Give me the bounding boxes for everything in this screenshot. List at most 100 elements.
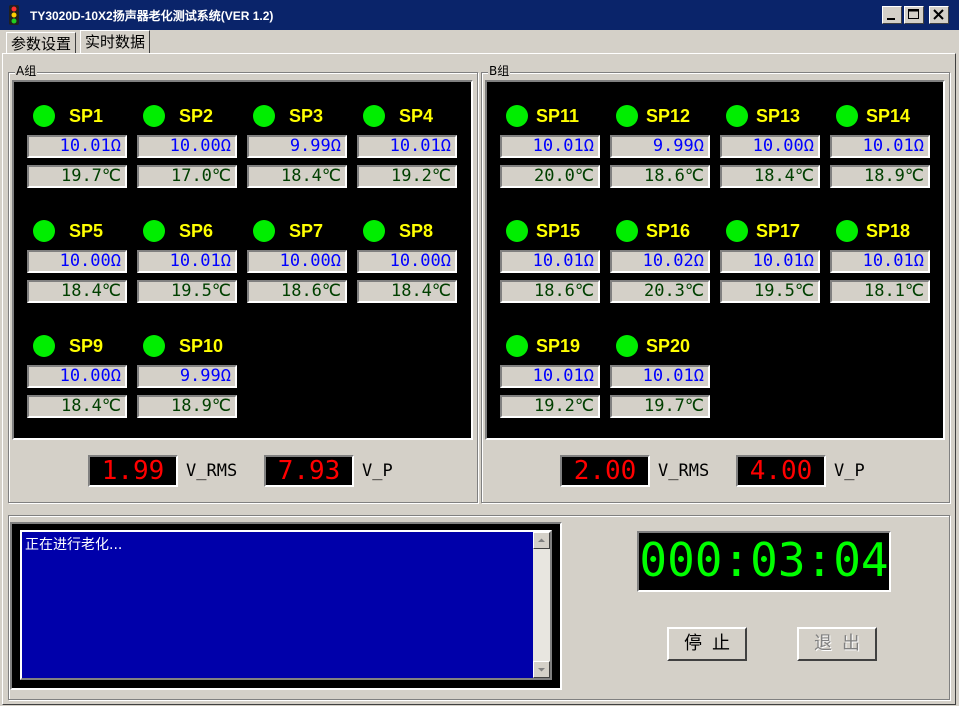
temperature-value: 19.5℃	[720, 280, 820, 303]
status-led	[616, 220, 638, 242]
resistance-value: 10.01Ω	[610, 365, 710, 388]
speaker-sp11: SP11 10.01Ω 20.0℃	[500, 103, 611, 193]
speaker-label: SP1	[69, 106, 104, 126]
speaker-sp6: SP6 10.01Ω 19.5℃	[137, 218, 248, 308]
status-led	[506, 335, 528, 357]
speaker-label: SP7	[289, 221, 324, 241]
temperature-value: 18.6℃	[500, 280, 600, 303]
status-led	[253, 105, 275, 127]
resistance-value: 10.01Ω	[500, 250, 600, 273]
speaker-label: SP10	[179, 336, 224, 356]
speaker-label: SP19	[536, 336, 581, 356]
temperature-value: 18.4℃	[357, 280, 457, 303]
speaker-sp4: SP4 10.01Ω 19.2℃	[357, 103, 468, 193]
speaker-sp9: SP9 10.00Ω 18.4℃	[27, 333, 138, 423]
close-icon	[933, 9, 944, 20]
window-title: TY3020D-10X2扬声器老化测试系统(VER 1.2)	[30, 9, 274, 23]
title-bar[interactable]: TY3020D-10X2扬声器老化测试系统(VER 1.2)	[0, 0, 959, 30]
speaker-label: SP12	[646, 106, 691, 126]
group-a-speaker-panel: SP1 10.01Ω 19.7℃ SP2 10.00Ω 17.0℃ SP3 9.…	[12, 80, 473, 440]
temperature-value: 18.1℃	[830, 280, 930, 303]
exit-button[interactable]: 退出	[797, 627, 877, 661]
minimize-button[interactable]	[882, 6, 902, 24]
maximize-icon	[908, 9, 919, 19]
speaker-sp8: SP8 10.00Ω 18.4℃	[357, 218, 468, 308]
speaker-label: SP18	[866, 221, 911, 241]
temperature-value: 18.4℃	[27, 280, 127, 303]
temperature-value: 19.7℃	[27, 165, 127, 188]
speaker-sp15: SP15 10.01Ω 18.6℃	[500, 218, 611, 308]
temperature-value: 18.6℃	[610, 165, 710, 188]
speaker-label: SP11	[536, 106, 580, 126]
temperature-value: 18.4℃	[720, 165, 820, 188]
minimize-icon	[887, 18, 895, 20]
temperature-value: 19.2℃	[500, 395, 600, 418]
temperature-value: 19.5℃	[137, 280, 237, 303]
speaker-label: SP14	[866, 106, 911, 126]
resistance-value: 10.01Ω	[500, 365, 600, 388]
speaker-label: SP9	[69, 336, 104, 356]
speaker-label: SP15	[536, 221, 581, 241]
temperature-value: 18.6℃	[247, 280, 347, 303]
resistance-value: 10.01Ω	[830, 250, 930, 273]
speaker-sp2: SP2 10.00Ω 17.0℃	[137, 103, 248, 193]
resistance-value: 10.00Ω	[137, 135, 237, 158]
speaker-sp20: SP20 10.01Ω 19.7℃	[610, 333, 721, 423]
temperature-value: 18.4℃	[27, 395, 127, 418]
status-led	[836, 105, 858, 127]
scroll-down-button[interactable]	[533, 661, 550, 678]
group-b-vp-display: 4.00	[736, 455, 826, 487]
group-a-vrms-display: 1.99	[88, 455, 178, 487]
speaker-label: SP4	[399, 106, 434, 126]
resistance-value: 10.01Ω	[27, 135, 127, 158]
resistance-value: 10.01Ω	[720, 250, 820, 273]
temperature-value: 18.9℃	[137, 395, 237, 418]
status-led	[616, 335, 638, 357]
stop-button[interactable]: 停止	[667, 627, 747, 661]
status-led	[506, 220, 528, 242]
speaker-sp17: SP17 10.01Ω 19.5℃	[720, 218, 831, 308]
temperature-value: 20.0℃	[500, 165, 600, 188]
log-frame: 正在进行老化...	[10, 522, 562, 690]
status-led	[726, 220, 748, 242]
speaker-label: SP20	[646, 336, 691, 356]
speaker-sp14: SP14 10.01Ω 18.9℃	[830, 103, 941, 193]
tab-strip: 参数设置 实时数据	[0, 30, 959, 54]
temperature-value: 17.0℃	[137, 165, 237, 188]
speaker-label: SP6	[179, 221, 214, 241]
group-b-vp-label: V_P	[834, 461, 865, 481]
group-b-speaker-panel: SP11 10.01Ω 20.0℃ SP12 9.99Ω 18.6℃ SP13 …	[485, 80, 945, 440]
speaker-label: SP2	[179, 106, 214, 126]
speaker-label: SP17	[756, 221, 801, 241]
speaker-sp7: SP7 10.00Ω 18.6℃	[247, 218, 358, 308]
speaker-sp16: SP16 10.02Ω 20.3℃	[610, 218, 721, 308]
status-led	[143, 105, 165, 127]
resistance-value: 9.99Ω	[247, 135, 347, 158]
traffic-light-icon	[9, 5, 19, 25]
group-b-vrms-label: V_RMS	[658, 461, 710, 481]
tab-parameter-settings[interactable]: 参数设置	[6, 32, 77, 54]
status-led	[33, 220, 55, 242]
elapsed-timer: 000:03:04	[637, 531, 891, 592]
log-textarea[interactable]: 正在进行老化...	[20, 530, 552, 680]
speaker-sp12: SP12 9.99Ω 18.6℃	[610, 103, 721, 193]
temperature-value: 18.9℃	[830, 165, 930, 188]
status-led	[363, 105, 385, 127]
resistance-value: 9.99Ω	[137, 365, 237, 388]
status-led	[726, 105, 748, 127]
close-button[interactable]	[929, 6, 949, 24]
status-led	[836, 220, 858, 242]
resistance-value: 10.02Ω	[610, 250, 710, 273]
resistance-value: 10.00Ω	[247, 250, 347, 273]
temperature-value: 20.3℃	[610, 280, 710, 303]
resistance-value: 10.01Ω	[830, 135, 930, 158]
log-scrollbar[interactable]	[533, 532, 550, 678]
speaker-sp5: SP5 10.00Ω 18.4℃	[27, 218, 138, 308]
tab-realtime-data[interactable]: 实时数据	[80, 30, 151, 54]
maximize-button[interactable]	[904, 6, 924, 24]
speaker-label: SP16	[646, 221, 691, 241]
group-b-label: B组	[488, 64, 511, 78]
speaker-sp10: SP10 9.99Ω 18.9℃	[137, 333, 248, 423]
scroll-up-button[interactable]	[533, 532, 550, 549]
speaker-sp19: SP19 10.01Ω 19.2℃	[500, 333, 611, 423]
